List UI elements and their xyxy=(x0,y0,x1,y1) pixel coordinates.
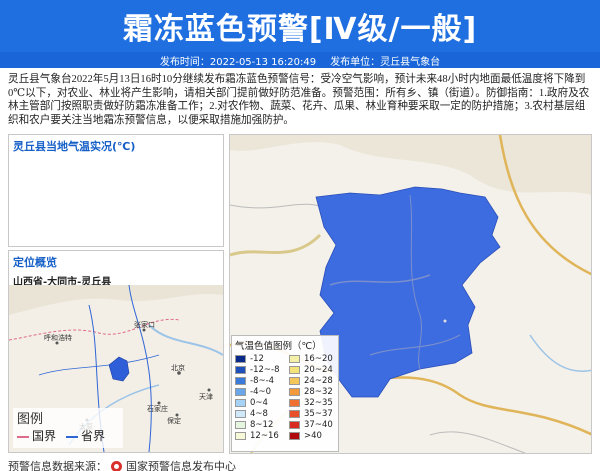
legend-item: 37~40 xyxy=(289,420,343,430)
legend-province-border: 省界 xyxy=(66,427,105,444)
overview-legend: 图例 国界 省界 xyxy=(13,408,123,448)
legend-label: -8~-4 xyxy=(250,376,275,386)
legend-swatch xyxy=(235,355,246,363)
temperature-panel: 灵丘县当地气温实况(℃) xyxy=(8,134,224,247)
legend-item: 28~32 xyxy=(289,387,343,397)
legend-label: >40 xyxy=(304,431,322,441)
legend-swatch xyxy=(289,366,300,374)
legend-label: 24~28 xyxy=(304,376,333,386)
map-label-shijiazhuang: 石家庄 xyxy=(147,404,168,413)
legend-title: 气温色值图例（℃） xyxy=(235,341,322,352)
legend-label: 0~4 xyxy=(250,398,268,408)
legend-label: 12~16 xyxy=(250,431,279,441)
legend-item: 0~4 xyxy=(235,398,289,408)
legend-swatch xyxy=(235,366,246,374)
legend-item: 12~16 xyxy=(235,431,289,441)
overview-map[interactable]: 呼和浩特 北京 天津 石家庄 太原 张家口 保定 图例 国界 省界 xyxy=(9,285,223,452)
warning-center-logo-icon xyxy=(111,460,122,471)
legend-swatch xyxy=(289,355,300,363)
info-bar: 发布时间：2022-05-13 16:20:49 发布单位：灵丘县气象台 xyxy=(0,52,600,68)
map-label-hohhot: 呼和浩特 xyxy=(44,333,72,342)
legend-item: -8~-4 xyxy=(235,376,289,386)
footer: 预警信息数据来源： 国家预警信息发布中心 xyxy=(8,458,236,471)
temperature-color-legend: 气温色值图例（℃） -12 16~20 -12~-8 20~24 -8~-4 24~28 -… xyxy=(231,335,339,452)
warning-banner: 霜冻蓝色预警[Ⅳ级/一般] xyxy=(0,0,600,52)
footer-label: 预警信息数据来源： xyxy=(8,460,107,471)
legend-label: 8~12 xyxy=(250,420,274,430)
legend-swatch xyxy=(289,421,300,429)
legend-swatch xyxy=(289,410,300,418)
location-panel: 定位概览 山西省-大同市-灵丘县 呼和浩特 北京 天津 石家庄 太原 张家口 xyxy=(8,250,224,453)
legend-swatch xyxy=(289,388,300,396)
overview-legend-title: 图例 xyxy=(17,412,44,427)
legend-item: 16~20 xyxy=(289,354,343,364)
legend-item: -12~-8 xyxy=(235,365,289,375)
legend-swatch xyxy=(235,388,246,396)
legend-item: 32~35 xyxy=(289,398,343,408)
temperature-panel-title: 灵丘县当地气温实况(℃) xyxy=(13,140,136,153)
legend-swatch xyxy=(235,399,246,407)
legend-swatch xyxy=(235,377,246,385)
legend-label: -4~0 xyxy=(250,387,272,397)
legend-label: 20~24 xyxy=(304,365,333,375)
legend-swatch xyxy=(235,432,246,440)
legend-item: 24~28 xyxy=(289,376,343,386)
legend-item: 8~12 xyxy=(235,420,289,430)
warning-title: 霜冻蓝色预警[Ⅳ级/一般] xyxy=(122,12,478,47)
map-label-zhangjiakou: 张家口 xyxy=(134,320,155,329)
legend-label: 4~8 xyxy=(250,409,268,419)
legend-swatch xyxy=(289,432,300,440)
legend-country-border: 国界 xyxy=(17,427,56,444)
legend-item: 35~37 xyxy=(289,409,343,419)
map-label-beijing: 北京 xyxy=(171,363,185,372)
legend-label: 28~32 xyxy=(304,387,333,397)
legend-item: >40 xyxy=(289,431,343,441)
legend-swatch xyxy=(235,421,246,429)
legend-label: 16~20 xyxy=(304,354,333,364)
map-label-tianjin: 天津 xyxy=(199,393,213,401)
legend-item: 4~8 xyxy=(235,409,289,419)
legend-swatch xyxy=(289,377,300,385)
publisher: 发布单位：灵丘县气象台 xyxy=(330,56,441,68)
legend-item: -12 xyxy=(235,354,289,364)
legend-label: 32~35 xyxy=(304,398,333,408)
map-label-baoding: 保定 xyxy=(167,416,181,425)
legend-item: -4~0 xyxy=(235,387,289,397)
warning-description: 灵丘县气象台2022年5月13日16时10分继续发布霜冻蓝色预警信号：受冷空气影… xyxy=(8,74,590,126)
footer-source-link[interactable]: 国家预警信息发布中心 xyxy=(126,458,236,471)
location-panel-title: 定位概览 xyxy=(13,256,57,269)
legend-swatch xyxy=(289,399,300,407)
legend-label: -12 xyxy=(250,354,264,364)
legend-label: -12~-8 xyxy=(250,365,280,375)
publish-time: 发布时间：2022-05-13 16:20:49 xyxy=(159,56,317,68)
legend-label: 37~40 xyxy=(304,420,333,430)
legend-item: 20~24 xyxy=(289,365,343,375)
legend-swatch xyxy=(235,410,246,418)
legend-label: 35~37 xyxy=(304,409,333,419)
warning-area-map[interactable]: 气温色值图例（℃） -12 16~20 -12~-8 20~24 -8~-4 24~28 -… xyxy=(229,134,592,454)
